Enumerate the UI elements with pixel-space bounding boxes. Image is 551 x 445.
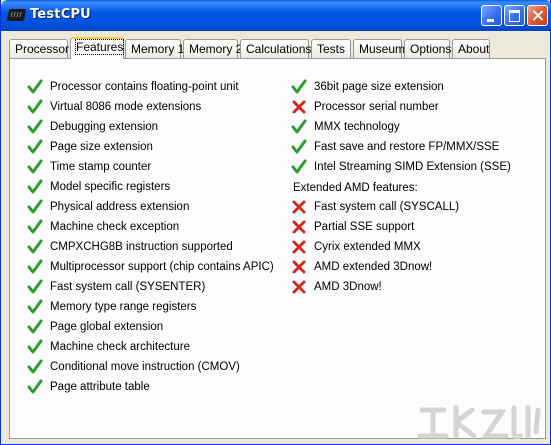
app-icon[interactable] [6, 9, 27, 21]
feature-label: Time stamp counter [50, 161, 152, 173]
feature-label: CMPXCHG8B instruction supported [50, 241, 233, 253]
feature-label: Debugging extension [50, 121, 159, 133]
tab-memory-1[interactable]: Memory 1 [125, 39, 185, 58]
check-icon [27, 259, 43, 274]
check-icon [27, 359, 43, 374]
tab-label: Calculations [246, 42, 312, 56]
check-icon [291, 119, 307, 134]
title-bar[interactable]: TestCPU [1, 0, 551, 31]
feature-label: Page size extension [50, 141, 153, 153]
tab-features[interactable]: Features [70, 37, 125, 59]
tab-museum[interactable]: Museum [353, 39, 406, 58]
feature-label: Fast system call (SYSENTER) [50, 281, 206, 293]
check-icon [27, 99, 43, 114]
feature-label: Page attribute table [50, 381, 150, 393]
tab-label: Options [410, 42, 452, 56]
tab-label: About [458, 42, 490, 56]
check-icon [27, 319, 43, 334]
feature-label: Fast system call (SYSCALL) [314, 201, 460, 213]
feature-label: Processor contains floating-point unit [50, 81, 239, 93]
tab-options[interactable]: Options [404, 39, 452, 58]
check-icon [291, 159, 307, 174]
feature-label: Machine check architecture [50, 341, 190, 353]
check-icon [27, 339, 43, 354]
feature-label: Fast save and restore FP/MMX/SSE [314, 141, 500, 153]
check-icon [27, 379, 43, 394]
feature-label: AMD extended 3Dnow! [314, 261, 433, 273]
check-icon [291, 79, 307, 94]
amd-section-header: Extended AMD features: [293, 182, 418, 194]
check-icon [27, 219, 43, 234]
tab-label: Museum [359, 42, 406, 56]
feature-label: 36bit page size extension [314, 81, 444, 93]
feature-label: Machine check exception [50, 221, 180, 233]
app-window: TestCPU Processor Features Memory 1 Memory … [0, 0, 551, 445]
tab-label: Features [74, 39, 125, 55]
close-button[interactable] [527, 5, 548, 26]
tab-label: Processor [15, 42, 70, 56]
tab-label: Tests [317, 42, 346, 56]
feature-label: Conditional move instruction (CMOV) [50, 361, 240, 373]
tab-label: Memory 1 [131, 42, 185, 56]
feature-label: Cyrix extended MMX [314, 241, 421, 253]
cross-icon [292, 200, 306, 214]
tab-label: Memory 2 [189, 42, 243, 56]
feature-label: Virtual 8086 mode extensions [50, 101, 202, 113]
tab-about[interactable]: About [452, 39, 490, 58]
tab-processor[interactable]: Processor [9, 39, 70, 58]
check-icon [27, 299, 43, 314]
check-icon [27, 79, 43, 94]
check-icon [27, 139, 43, 154]
cross-icon [292, 260, 306, 274]
feature-label: AMD 3Dnow! [314, 281, 382, 293]
cross-icon [292, 240, 306, 254]
window-title: TestCPU [30, 7, 91, 22]
cross-icon [292, 220, 306, 234]
feature-label: Processor serial number [314, 101, 439, 113]
tab-calculations[interactable]: Calculations [240, 39, 312, 58]
maximize-button[interactable] [504, 5, 525, 26]
feature-label: Page global extension [50, 321, 164, 333]
check-icon [27, 199, 43, 214]
check-icon [291, 139, 307, 154]
tab-memory-2[interactable]: Memory 2 [183, 39, 242, 58]
check-icon [27, 239, 43, 254]
features-panel: Processor contains floating-point unit Vi… [9, 58, 546, 439]
watermark-logo [417, 405, 541, 440]
check-icon [27, 179, 43, 194]
check-icon [27, 279, 43, 294]
check-icon [27, 119, 43, 134]
feature-label: Multiprocessor support (chip contains AP… [50, 261, 274, 273]
feature-label: Model specific registers [50, 181, 171, 193]
feature-label: Memory type range registers [50, 301, 197, 313]
feature-label: Physical address extension [50, 201, 190, 213]
cross-icon [292, 100, 306, 114]
feature-label: MMX technology [314, 121, 400, 133]
tab-tests[interactable]: Tests [311, 39, 351, 58]
check-icon [27, 159, 43, 174]
feature-label: Partial SSE support [314, 221, 415, 233]
minimize-button[interactable] [481, 5, 502, 26]
cross-icon [292, 280, 306, 294]
feature-label: Intel Streaming SIMD Extension (SSE) [314, 161, 511, 173]
